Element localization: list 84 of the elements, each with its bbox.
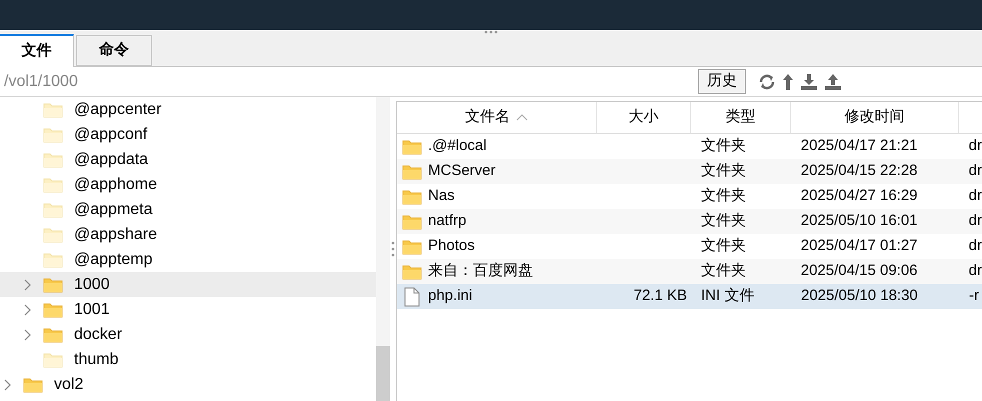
file-icon: [404, 286, 420, 306]
folder-icon: [43, 252, 63, 268]
download-icon[interactable]: [800, 72, 818, 90]
modified-time: 2025/05/10 16:01: [800, 212, 918, 230]
refresh-icon[interactable]: [758, 72, 776, 90]
column-header[interactable]: 大小: [597, 102, 691, 133]
file-size: 72.1 KB: [634, 286, 687, 306]
file-name: Photos: [428, 236, 475, 256]
file-type: 文件夹: [700, 237, 746, 254]
table-cell: dr: [968, 137, 982, 154]
tree-item[interactable]: vol2: [0, 372, 376, 397]
column-header[interactable]: 修改时间: [791, 102, 959, 133]
file-row[interactable]: php.ini 72.1 KB INI 文件 2025/05/10 18:30 -r: [397, 284, 982, 309]
tree-item[interactable]: @apphome: [0, 172, 376, 197]
folder-icon: [43, 202, 63, 218]
grip-icon[interactable]: [484, 30, 498, 34]
tree-item[interactable]: @appshare: [0, 222, 376, 247]
file-row[interactable]: natfrp 文件夹 2025/05/10 16:01 dr: [397, 209, 982, 234]
file-type: 文件夹: [700, 137, 746, 154]
file-row[interactable]: 来自：百度网盘 文件夹 2025/04/15 09:06 dr: [397, 259, 982, 284]
tree-item[interactable]: @apptemp: [0, 247, 376, 272]
folder-icon: [43, 226, 63, 242]
modified-time: 2025/04/17 21:21: [800, 137, 918, 154]
folder-icon: [43, 276, 63, 292]
arrow-up-icon[interactable]: [782, 72, 794, 90]
tree-item[interactable]: @appconf: [0, 122, 376, 147]
chevron-icon[interactable]: [24, 278, 32, 290]
folder-icon: [43, 102, 63, 118]
sort-caret-icon: [516, 114, 528, 121]
folder-icon: [43, 126, 63, 142]
column-header[interactable]: 文件名: [397, 102, 597, 133]
upload-icon[interactable]: [824, 72, 842, 90]
table-cell: dr: [968, 187, 982, 204]
file-type: 文件夹: [700, 262, 746, 280]
file-type: 文件夹: [700, 162, 746, 180]
chevron-icon[interactable]: [24, 304, 32, 316]
table-cell: dr: [968, 262, 982, 280]
folder-icon: [402, 264, 422, 280]
folder-icon: [43, 326, 63, 342]
table-cell: dr: [968, 237, 982, 254]
file-name: natfrp: [428, 211, 466, 232]
folder-icon: [402, 188, 422, 204]
folder-icon: [43, 152, 63, 168]
table-cell: -r: [969, 287, 979, 304]
chevron-icon[interactable]: [24, 328, 32, 340]
tab[interactable]: 命令: [76, 35, 152, 66]
folder-icon: [402, 214, 422, 230]
modified-time: 2025/04/27 16:29: [800, 187, 918, 204]
folder-icon: [402, 138, 422, 154]
tree-item[interactable]: 1001: [0, 297, 376, 322]
path-field[interactable]: /vol1/1000: [0, 70, 698, 94]
scrollbar[interactable]: [376, 97, 390, 401]
folder-icon: [43, 302, 63, 318]
tree-item[interactable]: thumb: [0, 347, 376, 372]
folder-icon: [43, 352, 63, 368]
folder-icon: [402, 164, 422, 180]
file-name: Nas: [428, 186, 455, 206]
file-name: php.ini: [428, 286, 472, 306]
file-type: 文件夹: [700, 212, 746, 230]
splitter-grip-icon[interactable]: [391, 241, 395, 257]
folder-icon: [23, 376, 43, 392]
chevron-icon[interactable]: [4, 378, 12, 390]
file-name: MCServer: [428, 161, 496, 182]
file-type: 文件夹: [700, 187, 746, 204]
file-row[interactable]: MCServer 文件夹 2025/04/15 22:28 dr: [397, 159, 982, 184]
file-type: INI 文件: [701, 287, 754, 304]
tab[interactable]: 文件: [0, 34, 74, 67]
tree-item[interactable]: @appdata: [0, 147, 376, 172]
tree-item[interactable]: docker: [0, 322, 376, 347]
modified-time: 2025/04/15 09:06: [800, 262, 918, 280]
folder-icon: [402, 238, 422, 254]
table-cell: dr: [968, 212, 982, 230]
history-button[interactable]: 历史: [698, 69, 746, 94]
column-header[interactable]: 类型: [691, 102, 791, 133]
tree-item[interactable]: @appmeta: [0, 197, 376, 222]
table-cell: dr: [968, 162, 982, 180]
modified-time: 2025/05/10 18:30: [801, 287, 918, 304]
modified-time: 2025/04/15 22:28: [800, 162, 918, 180]
modified-time: 2025/04/17 01:27: [800, 237, 918, 254]
tree-item[interactable]: @appcenter: [0, 97, 376, 122]
folder-icon: [43, 176, 63, 192]
tree-item[interactable]: 1000: [0, 272, 376, 297]
file-name: 来自：百度网盘: [428, 261, 533, 282]
file-name: .@#local: [428, 136, 487, 156]
